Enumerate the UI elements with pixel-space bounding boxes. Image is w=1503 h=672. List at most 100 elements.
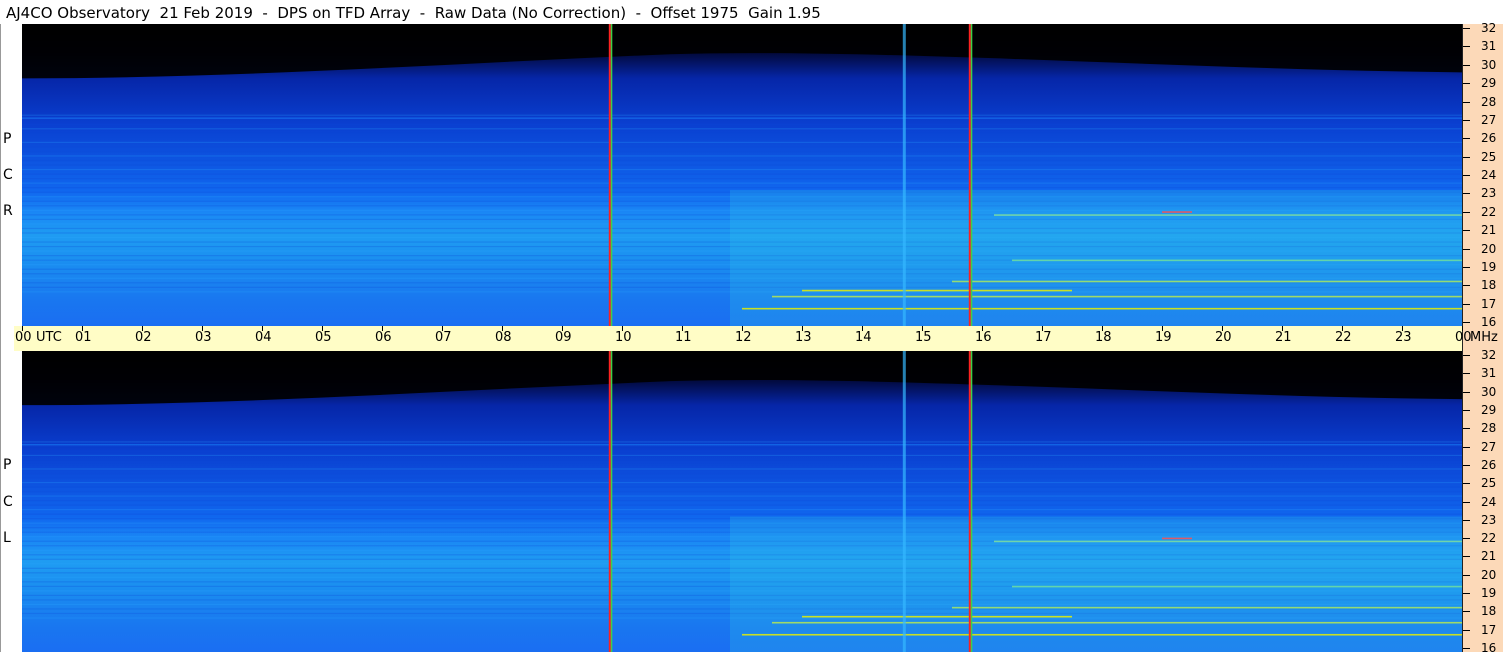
- spectral-band-line: [22, 178, 1462, 180]
- time-tick-label: 19: [1155, 330, 1172, 345]
- frequency-tick: [1463, 611, 1470, 613]
- frequency-tick: [1463, 248, 1470, 250]
- spectral-band-line: [22, 123, 1462, 125]
- rfi-line: [952, 280, 1462, 283]
- rfi-line: [1012, 259, 1462, 262]
- spectral-band-line: [22, 128, 1462, 130]
- spectral-band-line: [22, 182, 1462, 184]
- frequency-tick-label: 18: [1481, 604, 1497, 619]
- time-tick-label: 01: [75, 330, 92, 345]
- time-tick: [1222, 326, 1223, 331]
- frequency-tick-label: 31: [1481, 39, 1497, 54]
- frequency-tick: [1463, 629, 1470, 631]
- frequency-tick-label: 18: [1481, 278, 1497, 293]
- time-tick-label: 14: [855, 330, 872, 345]
- polarization-letter: L: [3, 529, 11, 546]
- time-tick-label: 04: [255, 330, 272, 345]
- time-marker-red: [968, 351, 971, 652]
- spectrogram-figure: AJ4CO Observatory 21 Feb 2019 - DPS on T…: [0, 0, 1503, 672]
- spectral-band-line: [22, 513, 1462, 515]
- frequency-tick-label: 29: [1481, 402, 1497, 417]
- frequency-tick: [1463, 355, 1470, 356]
- time-tick: [862, 326, 863, 331]
- frequency-tick-label: 20: [1481, 241, 1497, 256]
- time-tick: [82, 326, 83, 331]
- spectral-band-line: [22, 173, 1462, 175]
- frequency-tick: [1463, 175, 1470, 176]
- spectral-band-line: [22, 477, 1462, 479]
- frequency-tick: [1463, 64, 1470, 66]
- polarization-letter: C: [3, 493, 13, 510]
- polarization-letter: C: [3, 167, 13, 183]
- time-tick: [802, 326, 803, 331]
- time-tick: [442, 326, 443, 331]
- rcp-spectrogram-panel: [22, 24, 1462, 326]
- frequency-tick-label: 17: [1481, 622, 1497, 637]
- time-tick: [1462, 326, 1463, 331]
- frequency-tick-label: 29: [1481, 76, 1497, 91]
- time-tick-label: 10: [615, 330, 632, 345]
- frequency-tick: [1463, 464, 1470, 466]
- frequency-tick-label: 26: [1481, 457, 1497, 472]
- spectral-band-line: [22, 164, 1462, 166]
- time-tick-label: 13: [795, 330, 812, 345]
- vertical-emission-streak: [902, 351, 906, 652]
- frequency-tick: [1463, 303, 1470, 305]
- frequency-tick: [1463, 101, 1470, 103]
- spectral-band-line: [22, 454, 1462, 457]
- time-tick-label: 02: [135, 330, 152, 345]
- time-tick-label: 12: [735, 330, 752, 345]
- frequency-tick-label: 28: [1481, 94, 1497, 109]
- vertical-emission-streak: [902, 24, 906, 326]
- spectral-band-line: [22, 459, 1462, 461]
- spectral-band-line: [22, 132, 1462, 134]
- frequency-tick: [1463, 119, 1470, 121]
- frequency-tick-label: 16: [1481, 641, 1497, 655]
- spectral-band-line: [22, 509, 1462, 511]
- time-tick-label: 03: [195, 330, 212, 345]
- time-tick: [322, 326, 323, 331]
- frequency-tick-label: 32: [1481, 348, 1497, 362]
- time-tick-label: 15: [915, 330, 932, 345]
- left-border: [0, 24, 1, 652]
- spectral-band-line: [22, 463, 1462, 466]
- frequency-tick: [1463, 446, 1470, 448]
- frequency-tick: [1463, 46, 1470, 48]
- spectral-band-line: [22, 468, 1462, 470]
- time-tick-label: 21: [1275, 330, 1292, 345]
- frequency-tick-label: 32: [1481, 21, 1497, 35]
- time-tick: [1102, 326, 1103, 331]
- time-tick: [1162, 326, 1163, 331]
- frequency-tick: [1463, 538, 1470, 540]
- time-tick: [622, 326, 623, 331]
- frequency-tick-label: 30: [1481, 57, 1497, 72]
- time-tick: [262, 326, 263, 331]
- time-tick-label: 17: [1035, 330, 1052, 345]
- frequency-unit-label: MHz: [1470, 330, 1498, 345]
- time-tick: [982, 326, 983, 331]
- time-tick-label: 07: [435, 330, 452, 345]
- frequency-tick-label: 16: [1481, 315, 1497, 329]
- spectral-band-line: [22, 441, 1462, 443]
- time-tick-label: 05: [315, 330, 332, 345]
- time-tick-label: 22: [1335, 330, 1352, 345]
- spectral-band-line: [22, 146, 1462, 148]
- frequency-tick: [1463, 556, 1470, 558]
- frequency-tick-label: 17: [1481, 296, 1497, 311]
- time-tick-label: 00: [15, 330, 32, 345]
- spectral-band-line: [22, 159, 1462, 162]
- frequency-tick-label: 22: [1481, 204, 1497, 219]
- frequency-tick-label: 21: [1481, 223, 1497, 238]
- frequency-tick: [1463, 519, 1470, 521]
- time-tick-label: 18: [1095, 330, 1112, 345]
- rfi-line: [742, 307, 1462, 310]
- polarization-letter: R: [3, 203, 13, 220]
- chart-title: AJ4CO Observatory 21 Feb 2019 - DPS on T…: [6, 4, 821, 22]
- frequency-tick: [1463, 138, 1470, 140]
- frequency-tick-label: 26: [1481, 131, 1497, 146]
- frequency-tick-label: 23: [1481, 512, 1497, 527]
- time-axis-bar: 00 01 02 03 04 05 06 07 08 09 10 11 12 13 14 15 16 17 18 19…: [14, 326, 1498, 351]
- frequency-tick: [1463, 593, 1470, 595]
- lcp-spectrogram-panel: [22, 351, 1462, 652]
- frequency-tick: [1463, 83, 1470, 85]
